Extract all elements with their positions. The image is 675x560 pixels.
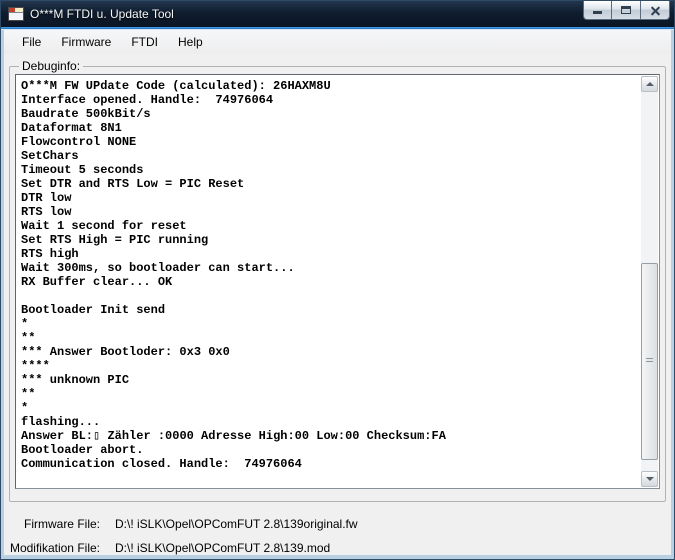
titlebar[interactable]: O***M FTDI u. Update Tool	[1, 1, 674, 27]
menubar: FileFirmwareFTDIHelp	[4, 30, 671, 54]
close-button[interactable]	[641, 1, 670, 20]
log-line: SetChars	[21, 149, 640, 163]
app-window: O***M FTDI u. Update Tool FileFirmwareFT…	[0, 0, 675, 560]
log-line: Wait 1 second for reset	[21, 219, 640, 233]
maximize-button[interactable]	[612, 1, 641, 20]
log-line: *	[21, 317, 640, 331]
log-line: RTS low	[21, 205, 640, 219]
scrollbar-track[interactable]	[641, 92, 658, 471]
log-line: Flowcontrol NONE	[21, 135, 640, 149]
menu-item-firmware[interactable]: Firmware	[53, 31, 119, 53]
app-icon	[8, 7, 24, 21]
menu-item-file[interactable]: File	[14, 31, 49, 53]
log-line: Bootloader Init send	[21, 303, 640, 317]
log-line: Wait 300ms, so bootloader can start...	[21, 261, 640, 275]
modification-file-row: Modifikation File: D:\! iSLK\Opel\OPComF…	[4, 536, 671, 560]
log-line: Bootloader abort.	[21, 443, 640, 457]
log-line: **	[21, 387, 640, 401]
log-line	[21, 289, 640, 303]
footer: Firmware File: D:\! iSLK\Opel\OPComFUT 2…	[4, 512, 671, 560]
log-line: Interface opened. Handle: 74976064	[21, 93, 640, 107]
log-line: Communication closed. Handle: 74976064	[21, 457, 640, 471]
firmware-file-row: Firmware File: D:\! iSLK\Opel\OPComFUT 2…	[4, 512, 671, 536]
minimize-icon	[593, 11, 602, 14]
close-icon	[650, 5, 661, 16]
log-line: flashing...	[21, 415, 640, 429]
scroll-down-button[interactable]	[641, 471, 658, 487]
debug-log: O***M FW UPdate Code (calculated): 26HAX…	[17, 76, 640, 487]
maximize-icon	[621, 6, 631, 14]
log-line: Timeout 5 seconds	[21, 163, 640, 177]
firmware-file-label: Firmware File:	[4, 517, 100, 531]
log-line: Answer BL:▯ Zähler :0000 Adresse High:00…	[21, 429, 640, 443]
firmware-file-value: D:\! iSLK\Opel\OPComFUT 2.8\139original.…	[115, 517, 358, 531]
app-icon-body	[9, 12, 23, 20]
log-line: *** unknown PIC	[21, 373, 640, 387]
log-line: Set RTS High = PIC running	[21, 233, 640, 247]
log-line: Set DTR and RTS Low = PIC Reset	[21, 177, 640, 191]
client-area: Debuginfo: O***M FW UPdate Code (calcula…	[4, 54, 671, 555]
vertical-scrollbar[interactable]	[641, 76, 658, 487]
debuginfo-groupbox: Debuginfo: O***M FW UPdate Code (calcula…	[9, 66, 666, 502]
log-line: **	[21, 331, 640, 345]
log-line: *** Answer Bootloder: 0x3 0x0	[21, 345, 640, 359]
window-title: O***M FTDI u. Update Tool	[30, 7, 174, 21]
scrollbar-grip-icon	[646, 358, 653, 364]
modification-file-label: Modifikation File:	[4, 541, 100, 555]
scrollbar-thumb[interactable]	[641, 263, 658, 460]
minimize-button[interactable]	[583, 1, 612, 20]
scroll-up-button[interactable]	[641, 76, 658, 92]
log-line: ****	[21, 359, 640, 373]
arrow-down-icon	[646, 477, 654, 481]
log-line: RX Buffer clear... OK	[21, 275, 640, 289]
arrow-up-icon	[646, 82, 654, 86]
debug-textbox[interactable]: O***M FW UPdate Code (calculated): 26HAX…	[15, 74, 660, 489]
log-line: Dataformat 8N1	[21, 121, 640, 135]
debuginfo-label: Debuginfo:	[19, 59, 83, 73]
log-line: DTR low	[21, 191, 640, 205]
log-line: O***M FW UPdate Code (calculated): 26HAX…	[21, 79, 640, 93]
modification-file-value: D:\! iSLK\Opel\OPComFUT 2.8\139.mod	[115, 541, 330, 555]
window-controls	[583, 1, 670, 20]
log-line: RTS high	[21, 247, 640, 261]
log-line: Baudrate 500kBit/s	[21, 107, 640, 121]
log-line: *	[21, 401, 640, 415]
menu-item-ftdi[interactable]: FTDI	[123, 31, 166, 53]
menu-item-help[interactable]: Help	[170, 31, 211, 53]
